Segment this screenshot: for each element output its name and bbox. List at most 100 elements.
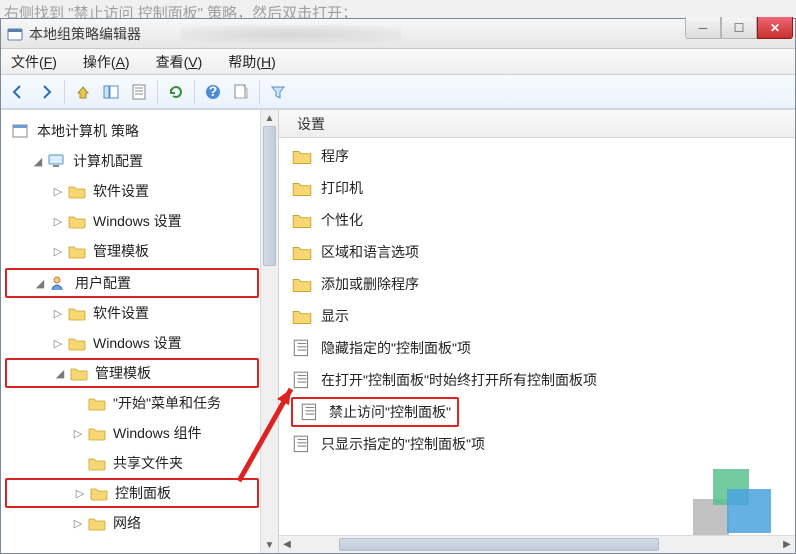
expander-closed-icon[interactable]: ▷ — [51, 244, 65, 258]
tree-computer-config[interactable]: ◢ 计算机配置 — [5, 146, 259, 176]
settings-list: 程序 打印机 个性化 区域和语言选项 — [279, 138, 795, 535]
scroll-thumb[interactable] — [263, 126, 276, 266]
menu-file[interactable]: 文件(F) — [7, 50, 61, 74]
policy-icon — [299, 402, 321, 422]
list-item-programs[interactable]: 程序 — [291, 140, 783, 172]
expander-open-icon[interactable]: ◢ — [33, 276, 47, 290]
folder-icon — [291, 210, 313, 230]
toolbar-separator — [259, 80, 260, 104]
expander-open-icon[interactable]: ◢ — [53, 366, 67, 380]
tree-item-windows-settings[interactable]: ▷ Windows 设置 — [5, 206, 259, 236]
toolbar-separator — [64, 80, 65, 104]
scroll-up-icon[interactable]: ▲ — [261, 110, 278, 126]
client-area: 本地计算机 策略 ◢ 计算机配置 ▷ 软件设置 ▷ — [1, 109, 795, 553]
list-horizontal-scrollbar[interactable]: ◀ ▶ — [279, 535, 795, 553]
expander-open-icon[interactable]: ◢ — [31, 154, 45, 168]
svg-text:?: ? — [209, 83, 218, 99]
tree-label: Windows 组件 — [113, 423, 202, 443]
expander-closed-icon[interactable]: ▷ — [51, 184, 65, 198]
list-label: 显示 — [321, 306, 349, 326]
expander-closed-icon[interactable]: ▷ — [73, 486, 87, 500]
tree-item-admin-templates-user[interactable]: ◢ 管理模板 — [5, 358, 259, 388]
scroll-down-icon[interactable]: ▼ — [261, 537, 278, 553]
tree-label: 管理模板 — [95, 363, 151, 383]
properties-button[interactable] — [126, 79, 152, 105]
tree-label: 共享文件夹 — [113, 453, 183, 473]
refresh-button[interactable] — [163, 79, 189, 105]
tree-label: "开始"菜单和任务 — [113, 393, 221, 413]
tree-label: 软件设置 — [93, 181, 149, 201]
list-label: 禁止访问"控制面板" — [329, 402, 451, 422]
list-item-always-open-all[interactable]: 在打开"控制面板"时始终打开所有控制面板项 — [291, 364, 783, 396]
folder-icon — [67, 212, 87, 230]
expander-closed-icon[interactable]: ▷ — [71, 516, 85, 530]
forward-button[interactable] — [33, 79, 59, 105]
tree-root[interactable]: 本地计算机 策略 — [5, 116, 259, 146]
folder-icon — [67, 182, 87, 200]
app-icon — [7, 26, 23, 42]
scroll-left-icon[interactable]: ◀ — [279, 536, 295, 553]
tree-label: 本地计算机 策略 — [37, 121, 139, 141]
tree-label: 计算机配置 — [73, 151, 143, 171]
tree-label: 控制面板 — [115, 483, 171, 503]
export-list-button[interactable] — [228, 79, 254, 105]
list-item-printers[interactable]: 打印机 — [291, 172, 783, 204]
list-item-show-only-specified[interactable]: 只显示指定的"控制面板"项 — [291, 428, 783, 460]
list-pane: 设置 程序 打印机 个性化 — [279, 110, 795, 553]
folder-icon — [291, 274, 313, 294]
list-label: 在打开"控制面板"时始终打开所有控制面板项 — [321, 370, 597, 390]
tree-item-shared-folders[interactable]: 共享文件夹 — [5, 448, 259, 478]
list-label: 打印机 — [321, 178, 363, 198]
scroll-right-icon[interactable]: ▶ — [779, 536, 795, 553]
menu-help[interactable]: 帮助(H) — [224, 50, 279, 74]
back-button[interactable] — [5, 79, 31, 105]
close-button[interactable]: ✕ — [757, 17, 793, 39]
tree-item-windows-settings-user[interactable]: ▷ Windows 设置 — [5, 328, 259, 358]
up-button[interactable] — [70, 79, 96, 105]
tree-label: Windows 设置 — [93, 211, 182, 231]
tree-item-windows-components[interactable]: ▷ Windows 组件 — [5, 418, 259, 448]
folder-icon — [67, 334, 87, 352]
list-item-hide-specified[interactable]: 隐藏指定的"控制面板"项 — [291, 332, 783, 364]
folder-icon — [87, 424, 107, 442]
menu-view[interactable]: 查看(V) — [152, 50, 207, 74]
folder-icon — [291, 178, 313, 198]
expander-closed-icon[interactable]: ▷ — [51, 306, 65, 320]
tree-vertical-scrollbar[interactable]: ▲ ▼ — [260, 110, 278, 553]
tree-item-software-settings[interactable]: ▷ 软件设置 — [5, 176, 259, 206]
titlebar: 本地组策略编辑器 ─ ☐ ✕ — [1, 19, 795, 49]
filter-button[interactable] — [265, 79, 291, 105]
folder-icon — [87, 514, 107, 532]
folder-icon — [89, 484, 109, 502]
maximize-button[interactable]: ☐ — [721, 17, 757, 39]
expander-closed-icon[interactable]: ▷ — [51, 214, 65, 228]
show-hide-tree-button[interactable] — [98, 79, 124, 105]
tree-item-control-panel[interactable]: ▷ 控制面板 — [5, 478, 259, 508]
tree-user-config[interactable]: ◢ 用户配置 — [5, 268, 259, 298]
folder-icon — [87, 454, 107, 472]
folder-icon — [291, 242, 313, 262]
tree-item-network[interactable]: ▷ 网络 — [5, 508, 259, 538]
folder-icon — [69, 364, 89, 382]
toolbar-separator — [194, 80, 195, 104]
list-item-personalization[interactable]: 个性化 — [291, 204, 783, 236]
minimize-button[interactable]: ─ — [685, 17, 721, 39]
scroll-thumb[interactable] — [339, 538, 659, 551]
list-item-prohibit-access[interactable]: 禁止访问"控制面板" — [291, 396, 783, 428]
tree-item-software-settings-user[interactable]: ▷ 软件设置 — [5, 298, 259, 328]
column-header-setting[interactable]: 设置 — [279, 110, 795, 138]
menu-action[interactable]: 操作(A) — [79, 50, 134, 74]
list-item-display[interactable]: 显示 — [291, 300, 783, 332]
list-label: 添加或删除程序 — [321, 274, 419, 294]
tree: 本地计算机 策略 ◢ 计算机配置 ▷ 软件设置 ▷ — [1, 110, 259, 544]
list-label: 区域和语言选项 — [321, 242, 419, 262]
expander-closed-icon[interactable]: ▷ — [51, 336, 65, 350]
list-label: 隐藏指定的"控制面板"项 — [321, 338, 471, 358]
tree-item-admin-templates[interactable]: ▷ 管理模板 — [5, 236, 259, 266]
help-button[interactable]: ? — [200, 79, 226, 105]
tree-item-start-menu[interactable]: "开始"菜单和任务 — [5, 388, 259, 418]
list-item-add-remove-programs[interactable]: 添加或删除程序 — [291, 268, 783, 300]
list-item-region-language[interactable]: 区域和语言选项 — [291, 236, 783, 268]
expander-closed-icon[interactable]: ▷ — [71, 426, 85, 440]
list-label: 个性化 — [321, 210, 363, 230]
